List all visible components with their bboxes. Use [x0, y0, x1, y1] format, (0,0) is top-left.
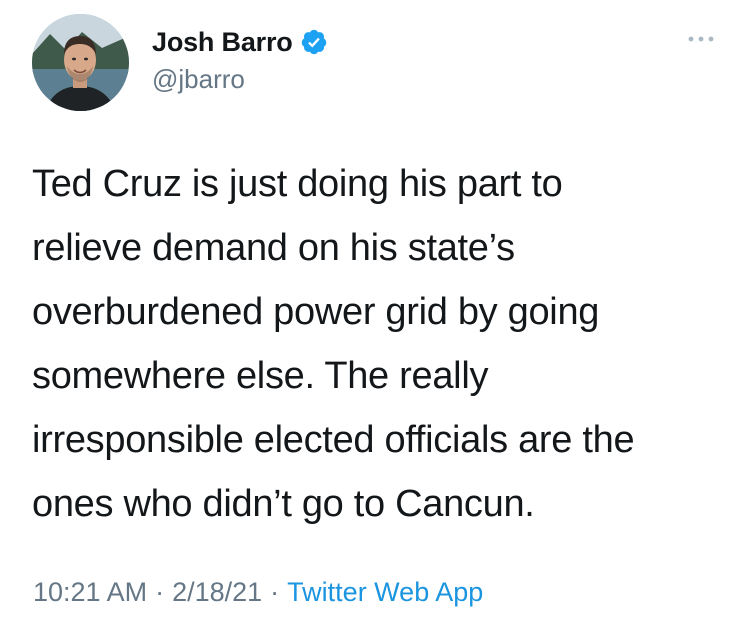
author-avatar[interactable]: [32, 14, 129, 111]
tweet-card: Josh Barro @jbarro Ted Cruz is just doin…: [0, 0, 750, 625]
author-handle[interactable]: @jbarro: [152, 64, 328, 95]
more-options-icon[interactable]: [686, 32, 716, 46]
author-display-name[interactable]: Josh Barro: [152, 27, 293, 58]
tweet-time[interactable]: 10:21 AM: [33, 577, 147, 607]
tweet-source-link[interactable]: Twitter Web App: [287, 577, 483, 607]
meta-separator: ·: [270, 577, 280, 607]
tweet-meta: 10:21 AM · 2/18/21 · Twitter Web App: [33, 577, 483, 608]
tweet-text: Ted Cruz is just doing his part to relie…: [32, 163, 635, 525]
tweet-date[interactable]: 2/18/21: [172, 577, 262, 607]
author-name-row: Josh Barro: [152, 26, 328, 58]
author-info: Josh Barro @jbarro: [152, 26, 328, 95]
verified-badge-icon: [300, 28, 328, 56]
avatar-photo-icon: [32, 14, 129, 111]
meta-separator: ·: [155, 577, 165, 607]
